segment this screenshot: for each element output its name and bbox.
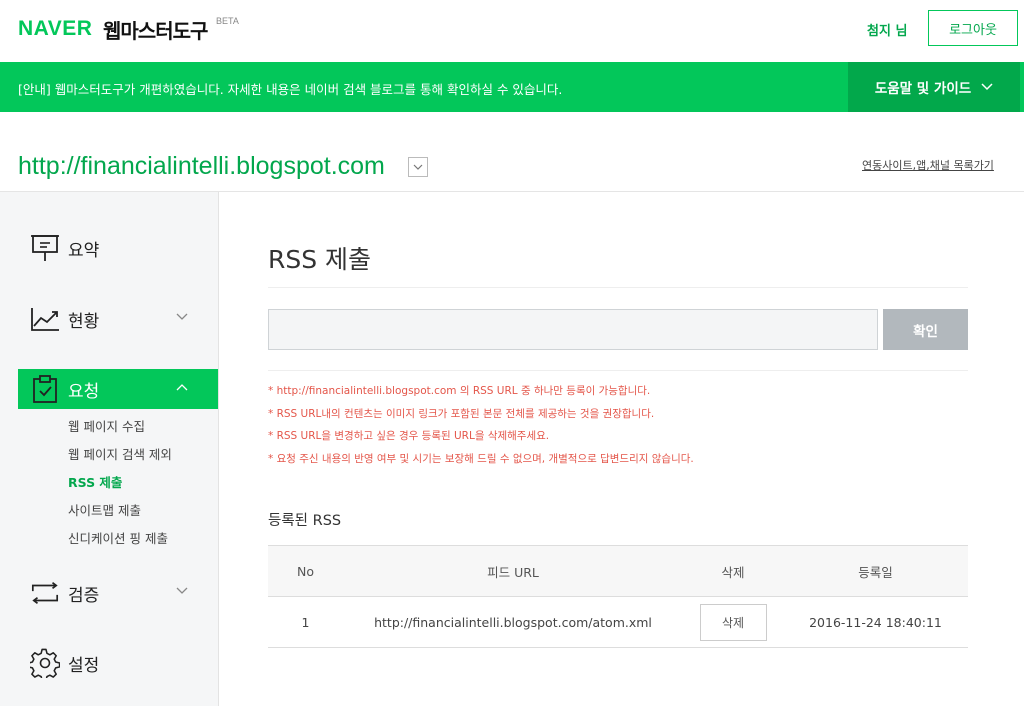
- column-header-feed-url: 피드 URL: [343, 545, 683, 597]
- guide-button[interactable]: 도움말 및 가이드: [848, 62, 1020, 112]
- divider: [268, 287, 968, 288]
- beta-badge: BETA: [216, 16, 239, 26]
- sidebar-item-verify[interactable]: 검증: [18, 573, 218, 613]
- site-url: http://financialintelli.blogspot.com: [18, 152, 385, 180]
- row-delete-cell: 삭제: [683, 596, 783, 648]
- column-header-date: 등록일: [783, 545, 968, 597]
- sidebar-item-status[interactable]: 현황: [18, 299, 218, 339]
- divider: [268, 370, 968, 371]
- sidebar-item-label: 요청: [68, 381, 100, 402]
- sync-arrows-icon: [30, 578, 60, 608]
- table-row: 1 http://financialintelli.blogspot.com/a…: [268, 596, 968, 648]
- chevron-down-icon: [176, 313, 188, 320]
- row-date: 2016-11-24 18:40:11: [783, 596, 968, 648]
- sidebar-item-label: 현황: [68, 311, 100, 332]
- page-title: RSS 제출: [268, 245, 372, 274]
- table-header-row: No 피드 URL 삭제 등록일: [268, 545, 968, 597]
- sidebar-item-label: 설정: [68, 655, 100, 676]
- site-bar: http://financialintelli.blogspot.com 연동사…: [0, 112, 1024, 192]
- sidebar-item-request[interactable]: 요청: [18, 369, 218, 409]
- gear-icon: [30, 648, 60, 678]
- line-chart-icon: [30, 304, 60, 334]
- notes-list: * http://financialintelli.blogspot.com 의…: [268, 380, 694, 470]
- note-item: * 요청 주신 내용의 반영 여부 및 시기는 보장해 드릴 수 없으며, 개별…: [268, 452, 694, 465]
- user-name: 첨지 님: [867, 24, 908, 39]
- clipboard-check-icon: [30, 374, 60, 404]
- submenu-web-page-collect[interactable]: 웹 페이지 수집: [68, 416, 145, 435]
- note-item: * http://financialintelli.blogspot.com 의…: [268, 385, 651, 397]
- presentation-board-icon: [30, 233, 60, 263]
- chevron-down-icon: [176, 587, 188, 594]
- note-item: * RSS URL내의 컨텐츠는 이미지 링크가 포함된 본문 전체를 제공하는…: [268, 407, 655, 420]
- submenu-web-page-exclude[interactable]: 웹 페이지 검색 제외: [68, 444, 172, 463]
- column-header-delete: 삭제: [683, 545, 783, 597]
- logout-button[interactable]: 로그아웃: [928, 10, 1018, 46]
- delete-button[interactable]: 삭제: [699, 603, 767, 641]
- confirm-button[interactable]: 확인: [883, 309, 968, 350]
- rss-table: No 피드 URL 삭제 등록일 1 http://financialintel…: [268, 545, 968, 648]
- chevron-down-icon: [981, 83, 993, 91]
- chevron-down-icon: [413, 164, 423, 170]
- rss-url-input[interactable]: [268, 309, 878, 350]
- sidebar-item-label: 요약: [68, 240, 100, 261]
- sidebar: 요약 현황 요청 웹 페이지 수집 웹 페이지 검색 제외 RSS 제출 사이트…: [0, 192, 219, 706]
- row-feed-url: http://financialintelli.blogspot.com/ato…: [343, 596, 683, 648]
- chevron-up-icon: [176, 384, 188, 391]
- guide-button-label: 도움말 및 가이드: [874, 81, 972, 97]
- sidebar-item-settings[interactable]: 설정: [18, 643, 218, 683]
- site-list-link[interactable]: 연동사이트,앱,채널 목록가기: [862, 157, 994, 173]
- app-title[interactable]: 웹마스터도구: [103, 15, 208, 44]
- column-header-no: No: [268, 545, 343, 597]
- submenu-sitemap-submit[interactable]: 사이트맵 제출: [68, 500, 141, 519]
- sidebar-item-summary[interactable]: 요약: [18, 228, 218, 268]
- notice-text: [안내] 웹마스터도구가 개편하였습니다. 자세한 내용은 네이버 검색 블로그…: [18, 82, 563, 97]
- naver-logo[interactable]: NAVER: [18, 17, 92, 41]
- submenu-syndication-ping[interactable]: 신디케이션 핑 제출: [68, 528, 168, 547]
- sidebar-item-label: 검증: [68, 585, 100, 606]
- note-item: * RSS URL을 변경하고 싶은 경우 등록된 URL을 삭제해주세요.: [268, 430, 550, 442]
- main-content: RSS 제출 확인 * http://financialintelli.blog…: [219, 192, 1024, 706]
- notice-bar: [안내] 웹마스터도구가 개편하였습니다. 자세한 내용은 네이버 검색 블로그…: [0, 62, 1024, 112]
- header: NAVER 웹마스터도구 BETA 첨지 님 로그아웃: [0, 0, 1024, 62]
- row-no: 1: [268, 596, 343, 648]
- submenu-rss-submit[interactable]: RSS 제출: [68, 472, 122, 491]
- section-title: 등록된 RSS: [268, 513, 342, 529]
- site-dropdown-button[interactable]: [408, 157, 428, 177]
